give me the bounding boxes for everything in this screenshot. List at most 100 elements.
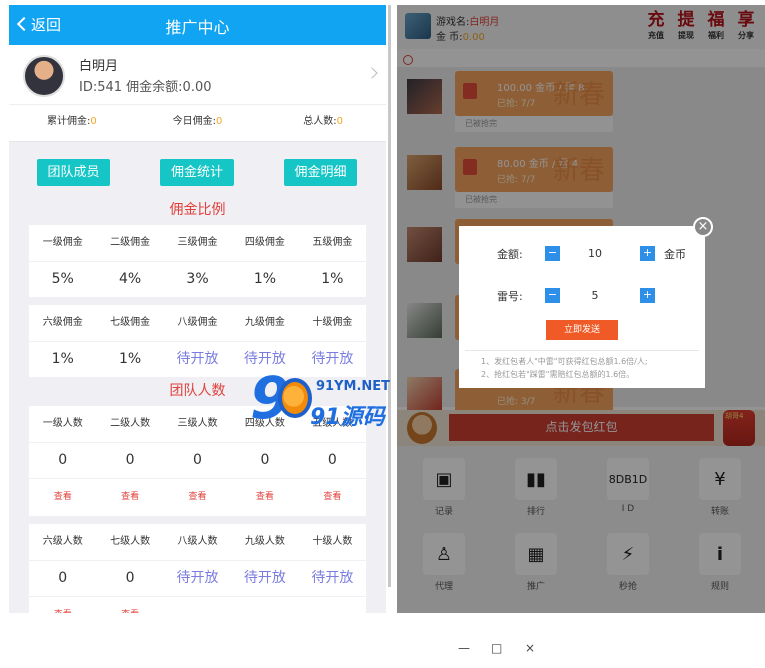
game-panel: 游戏名:白明月 金 币:0.00 充充值 提提现 福福利 享分享 100.00 … bbox=[397, 5, 765, 613]
mine-field[interactable]: 5 bbox=[575, 289, 615, 302]
user-name: 白明月 bbox=[79, 59, 119, 74]
view-link[interactable]: 查看 bbox=[96, 479, 163, 516]
mine-plus-button[interactable]: + bbox=[640, 288, 655, 303]
team-members-button[interactable]: 团队成员 bbox=[37, 159, 110, 186]
cell: 六级人数 bbox=[42, 536, 83, 547]
view-link[interactable]: 查看 bbox=[96, 597, 163, 613]
close-window-icon[interactable]: × bbox=[525, 641, 535, 655]
user-profile-row[interactable]: 白明月 ID:541 佣金余额:0.00 bbox=[9, 45, 386, 105]
send-packet-dialog: 金额: − 10 + 金币 雷号: − 5 + 立即发送 1、发红包者人"中雷"… bbox=[459, 226, 705, 388]
send-now-button[interactable]: 立即发送 bbox=[546, 320, 618, 340]
minimize-icon[interactable]: — bbox=[458, 641, 470, 655]
amount-row: 金额: − 10 + 金币 bbox=[459, 244, 705, 264]
view-link[interactable]: 查看 bbox=[164, 479, 231, 516]
commission-grid-1: 一级佣金 二级佣金 三级佣金 四级佣金 五级佣金 5% 4% 3% 1% 1% bbox=[29, 225, 366, 298]
cell: 四级佣金 bbox=[244, 237, 285, 248]
cell: 二级人数 bbox=[110, 418, 151, 429]
panel-divider bbox=[388, 5, 391, 587]
cell: 1% bbox=[51, 351, 74, 367]
commission-stats-button[interactable]: 佣金统计 bbox=[160, 159, 234, 186]
table-row: 0 0 待开放 待开放 待开放 bbox=[29, 561, 366, 597]
cell: 4% bbox=[119, 271, 142, 287]
header-bar: 返回 推广中心 bbox=[9, 5, 386, 45]
cell: 5% bbox=[51, 271, 74, 287]
stat-today: 今日佣金:0 bbox=[172, 116, 223, 127]
cell: 八级佣金 bbox=[177, 317, 218, 328]
cell: 0 bbox=[58, 452, 68, 468]
cell: 0 bbox=[125, 570, 135, 586]
table-row: 六级佣金 七级佣金 八级佣金 九级佣金 十级佣金 bbox=[29, 305, 366, 342]
cell: 0 bbox=[125, 452, 135, 468]
cell: 待开放 bbox=[311, 570, 354, 586]
cell: 七级佣金 bbox=[110, 317, 151, 328]
cell bbox=[299, 597, 366, 613]
cell: 待开放 bbox=[311, 351, 354, 367]
cell: 0 bbox=[58, 570, 68, 586]
cell: 十级佣金 bbox=[312, 317, 353, 328]
cell: 十级人数 bbox=[312, 536, 353, 547]
view-link[interactable]: 查看 bbox=[231, 479, 298, 516]
cell: 九级佣金 bbox=[244, 317, 285, 328]
commission-ratio-title: 佣金比例 bbox=[169, 202, 226, 218]
mine-row: 雷号: − 5 + bbox=[459, 286, 705, 306]
amount-label: 金额: bbox=[497, 248, 523, 261]
user-id-balance: ID:541 佣金余额:0.00 bbox=[79, 80, 212, 95]
view-link[interactable]: 查看 bbox=[29, 597, 96, 613]
cell: 一级佣金 bbox=[42, 237, 83, 248]
amount-field[interactable]: 10 bbox=[575, 247, 615, 260]
cell: 1% bbox=[253, 271, 277, 287]
mine-minus-button[interactable]: − bbox=[545, 288, 560, 303]
cell: 待开放 bbox=[176, 570, 219, 586]
commission-grid-2: 六级佣金 七级佣金 八级佣金 九级佣金 十级佣金 1% 1% 待开放 待开放 待… bbox=[29, 305, 366, 378]
cell: 3% bbox=[186, 271, 209, 287]
action-buttons: 团队成员 佣金统计 佣金明细 bbox=[9, 151, 386, 201]
cell: 待开放 bbox=[243, 570, 286, 586]
commission-stats: 累计佣金:0 今日佣金:0 总人数:0 bbox=[9, 105, 386, 142]
watermark-ball bbox=[278, 378, 312, 418]
promotion-center-panel: 返回 推广中心 白明月 ID:541 佣金余额:0.00 累计佣金:0 今日佣金… bbox=[9, 5, 386, 613]
amount-minus-button[interactable]: − bbox=[545, 246, 560, 261]
table-row: 一级佣金 二级佣金 三级佣金 四级佣金 五级佣金 bbox=[29, 225, 366, 262]
avatar bbox=[23, 55, 65, 97]
table-row: 查看 查看 bbox=[29, 597, 366, 613]
cell: 0 bbox=[327, 452, 337, 468]
cell: 1% bbox=[321, 271, 344, 287]
team-grid-2: 六级人数 七级人数 八级人数 九级人数 十级人数 0 0 待开放 待开放 待开放… bbox=[29, 524, 366, 613]
watermark-url: 91YM.NET bbox=[316, 379, 391, 394]
cell: 待开放 bbox=[176, 351, 219, 367]
commission-detail-button[interactable]: 佣金明细 bbox=[284, 159, 357, 186]
cell bbox=[164, 597, 231, 613]
cell: 三级人数 bbox=[177, 418, 218, 429]
cell: 八级人数 bbox=[177, 536, 218, 547]
rule-note: 2、抢红包若"踩雷"需赔红包总额的1.6倍。 bbox=[481, 370, 635, 379]
divider bbox=[465, 350, 699, 351]
cell bbox=[231, 597, 298, 613]
view-link[interactable]: 查看 bbox=[299, 479, 366, 516]
mine-label: 雷号: bbox=[497, 290, 523, 303]
stat-people: 总人数:0 bbox=[303, 116, 344, 127]
cell: 0 bbox=[193, 452, 202, 468]
stat-total: 累计佣金:0 bbox=[46, 116, 97, 127]
view-link[interactable]: 查看 bbox=[29, 479, 96, 516]
cell: 1% bbox=[119, 351, 142, 367]
page-title: 推广中心 bbox=[165, 18, 230, 37]
amount-plus-button[interactable]: + bbox=[640, 246, 655, 261]
cell: 0 bbox=[260, 452, 270, 468]
watermark-brand: 91源码 bbox=[310, 405, 385, 430]
watermark-logo: 9 91YM.NET 91源码 bbox=[250, 369, 430, 433]
cell: 三级佣金 bbox=[177, 237, 218, 248]
cell: 一级人数 bbox=[42, 418, 83, 429]
cell: 七级人数 bbox=[110, 536, 151, 547]
table-row: 六级人数 七级人数 八级人数 九级人数 十级人数 bbox=[29, 524, 366, 561]
cell: 六级佣金 bbox=[42, 317, 83, 328]
cell: 九级人数 bbox=[244, 536, 285, 547]
amount-unit: 金币 bbox=[664, 248, 686, 261]
table-row: 0 0 0 0 0 bbox=[29, 443, 366, 479]
chevron-right-icon bbox=[366, 67, 378, 79]
maximize-icon[interactable]: □ bbox=[491, 641, 502, 655]
close-icon[interactable]: × bbox=[693, 217, 713, 237]
cell: 五级佣金 bbox=[312, 237, 353, 248]
table-row: 查看 查看 查看 查看 查看 bbox=[29, 479, 366, 517]
cell: 二级佣金 bbox=[110, 237, 151, 248]
rule-note: 1、发红包者人"中雷"可获得红包总额1.6倍/人; bbox=[481, 357, 648, 366]
